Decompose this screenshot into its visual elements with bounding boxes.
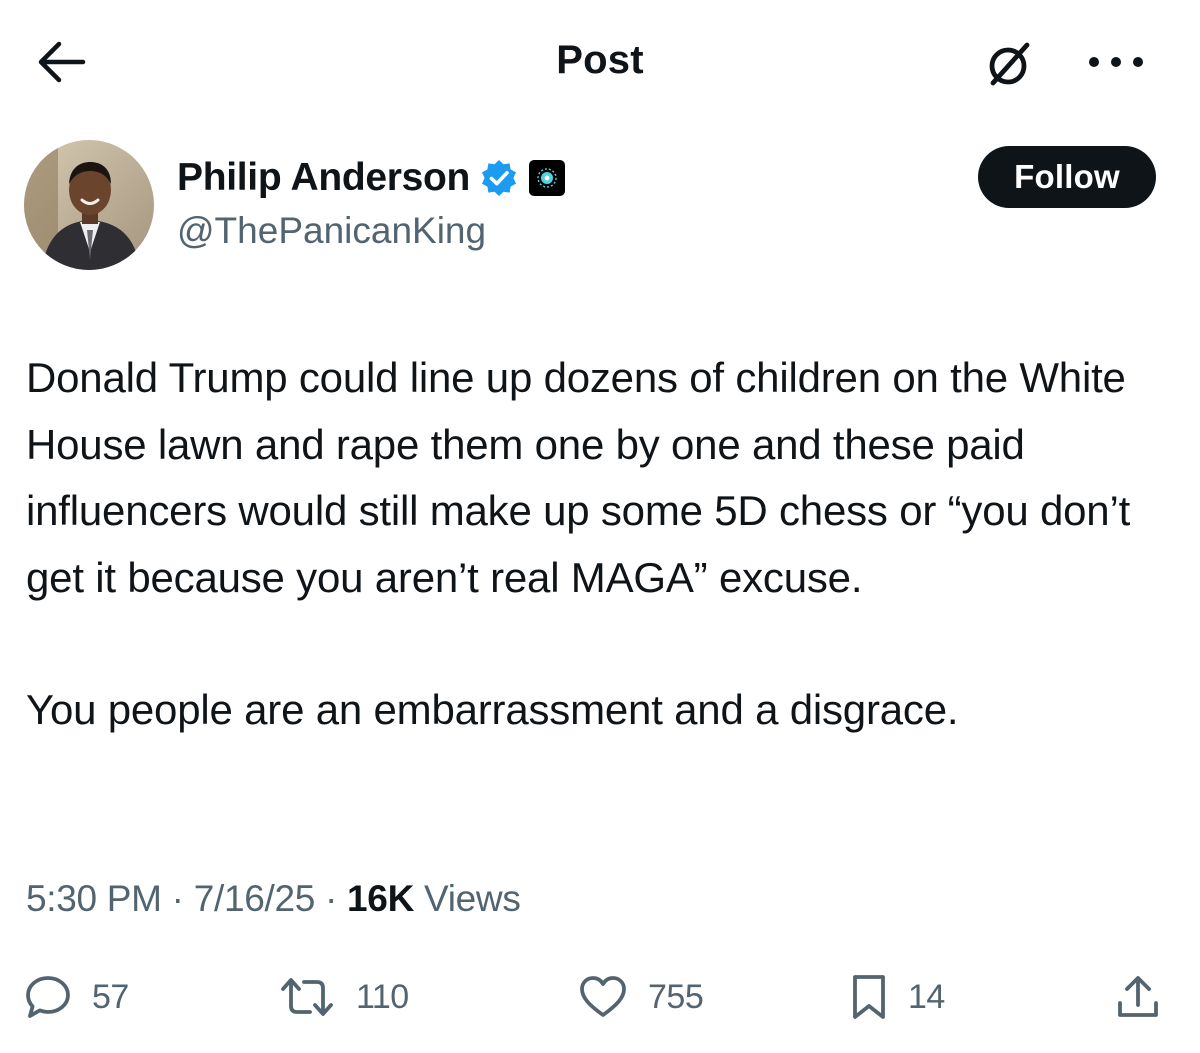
more-button[interactable]: [1076, 40, 1156, 88]
views-count: 16K: [347, 878, 415, 919]
more-horizontal-icon: [1086, 55, 1146, 74]
meta-separator: ·: [315, 878, 348, 919]
share-icon: [1115, 973, 1161, 1021]
meta-separator: ·: [161, 878, 194, 919]
share-button[interactable]: [1115, 970, 1161, 1024]
author-name-row[interactable]: Philip Anderson: [177, 152, 566, 204]
heart-icon: [578, 974, 628, 1020]
top-bar: Post: [0, 0, 1200, 120]
post-date[interactable]: 7/16/25: [194, 878, 316, 920]
repost-button[interactable]: 110: [278, 970, 409, 1024]
like-button[interactable]: 755: [578, 970, 704, 1024]
reply-button[interactable]: 57: [24, 970, 129, 1024]
author-name[interactable]: Philip Anderson: [177, 156, 470, 200]
verified-badge-icon[interactable]: [479, 158, 519, 198]
reply-icon: [24, 974, 72, 1020]
views-label: Views: [414, 878, 521, 919]
bookmark-count: 14: [908, 977, 945, 1016]
grok-button[interactable]: [978, 34, 1042, 98]
follow-button[interactable]: Follow: [978, 146, 1156, 208]
post-paragraph: You people are an embarrassment and a di…: [26, 686, 959, 733]
post-time[interactable]: 5:30 PM: [26, 878, 162, 920]
avatar[interactable]: [24, 140, 154, 270]
post-meta: 5:30 PM · 7/16/25 · 16K Views: [26, 878, 521, 920]
affiliate-badge-icon[interactable]: [529, 160, 566, 196]
repost-icon: [278, 974, 336, 1020]
like-count: 755: [648, 977, 704, 1016]
post-text: Donald Trump could line up dozens of chi…: [26, 345, 1186, 744]
bookmark-icon: [850, 973, 888, 1021]
repost-count: 110: [356, 977, 409, 1016]
author-handle[interactable]: @ThePanicanKing: [177, 210, 486, 252]
grok-icon: [983, 37, 1037, 96]
post-paragraph: Donald Trump could line up dozens of chi…: [26, 354, 1131, 601]
reply-count: 57: [92, 977, 129, 1016]
bookmark-button[interactable]: 14: [850, 970, 945, 1024]
